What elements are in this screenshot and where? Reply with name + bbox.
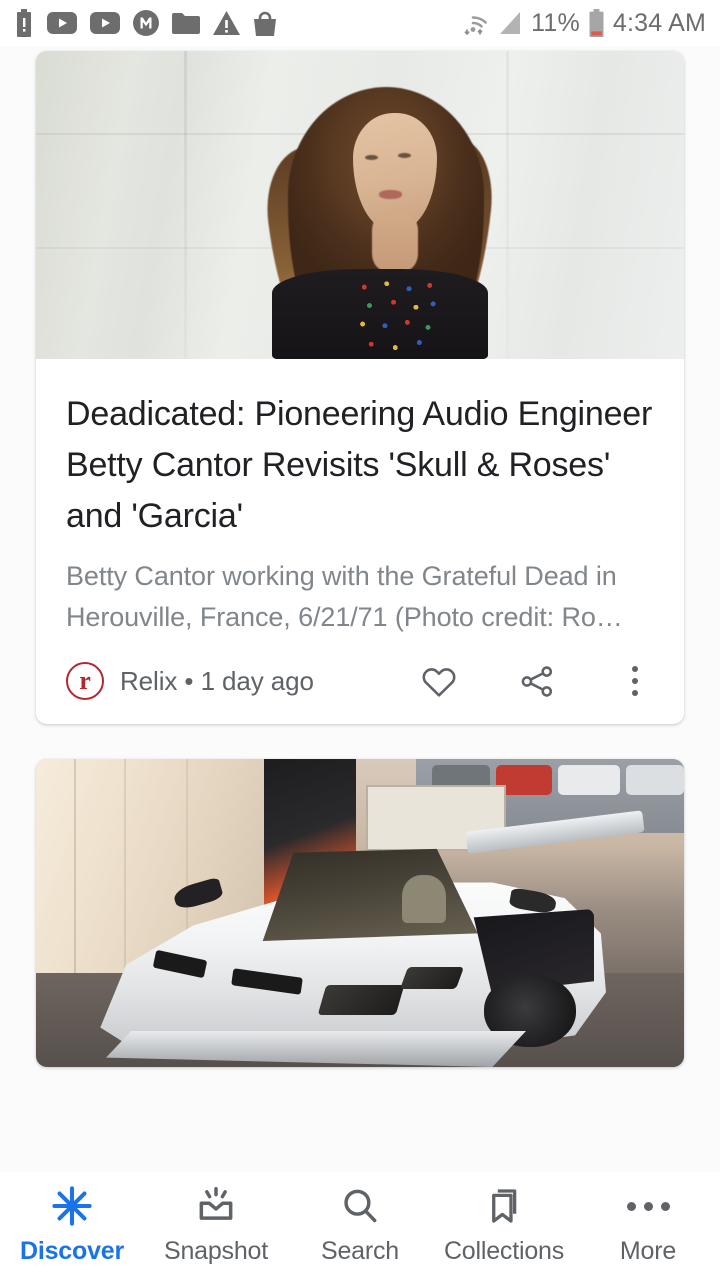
- article-action-buttons: [420, 662, 654, 700]
- like-heart-button[interactable]: [420, 662, 458, 700]
- overflow-menu-icon: [632, 666, 638, 696]
- m-circle-icon: [133, 10, 159, 36]
- nav-item-search[interactable]: Search: [288, 1184, 432, 1266]
- feed-card-article[interactable]: [36, 759, 684, 1067]
- battery-low-icon: [589, 9, 604, 37]
- relix-logo-icon: r: [66, 662, 104, 700]
- article-text-block: Deadicated: Pioneering Audio Engineer Be…: [36, 359, 684, 638]
- feed-card-article[interactable]: Deadicated: Pioneering Audio Engineer Be…: [36, 51, 684, 724]
- nav-label-more: More: [619, 1237, 677, 1265]
- article-snippet: Betty Cantor working with the Grateful D…: [66, 561, 623, 632]
- youtube-icon: [47, 12, 77, 34]
- share-icon: [521, 665, 553, 697]
- nav-item-snapshot[interactable]: Snapshot: [144, 1184, 288, 1266]
- nav-item-collections[interactable]: Collections: [432, 1184, 576, 1266]
- status-bar-system-icons: 11% 4:34 AM: [457, 9, 706, 37]
- shopping-bag-icon: [254, 11, 276, 36]
- nav-label-discover: Discover: [19, 1237, 124, 1265]
- status-bar: 11% 4:34 AM: [0, 0, 720, 46]
- cellular-signal-icon: [500, 12, 521, 34]
- source-separator: •: [184, 665, 194, 696]
- snapshot-tray-icon: [194, 1184, 238, 1228]
- article-source[interactable]: r Relix • 1 day ago: [66, 662, 314, 700]
- wifi-icon: [464, 16, 487, 35]
- source-name-label: Relix: [120, 665, 178, 696]
- heart-icon: [422, 667, 456, 697]
- share-button[interactable]: [518, 662, 556, 700]
- article-footer: r Relix • 1 day ago: [36, 638, 684, 724]
- youtube-icon: [90, 12, 120, 34]
- battery-alert-icon: [17, 9, 31, 37]
- status-bar-notification-icons: [14, 9, 277, 37]
- article-timestamp: 1 day ago: [200, 665, 314, 696]
- discover-feed[interactable]: Deadicated: Pioneering Audio Engineer Be…: [0, 46, 720, 1172]
- nav-label-collections: Collections: [443, 1237, 565, 1265]
- nav-item-discover[interactable]: Discover: [0, 1184, 144, 1266]
- source-logo-letter: r: [79, 665, 91, 695]
- source-name-and-time: Relix • 1 day ago: [120, 666, 314, 697]
- google-app-discover-screen: 11% 4:34 AM Deadicated: Pioneering Audio…: [0, 0, 720, 1280]
- nav-item-more[interactable]: More: [576, 1184, 720, 1266]
- more-dots-icon: [626, 1184, 670, 1228]
- bookmark-icon: [482, 1184, 526, 1228]
- warning-triangle-icon: [213, 11, 240, 35]
- clock-label: 4:34 AM: [612, 8, 706, 37]
- article-thumbnail-image[interactable]: [36, 759, 684, 1067]
- search-magnifier-icon: [338, 1184, 382, 1228]
- nav-label-snapshot: Snapshot: [163, 1237, 269, 1265]
- battery-percent-label: 11%: [531, 8, 580, 37]
- folder-icon: [172, 13, 200, 34]
- nav-label-search: Search: [320, 1237, 399, 1265]
- bottom-navigation-bar[interactable]: Discover Snapshot Search Collections Mor…: [0, 1172, 720, 1280]
- article-headline[interactable]: Deadicated: Pioneering Audio Engineer Be…: [66, 389, 654, 542]
- discover-asterisk-icon: [50, 1184, 94, 1228]
- overflow-menu-button[interactable]: [616, 662, 654, 700]
- article-thumbnail-image[interactable]: [36, 51, 684, 359]
